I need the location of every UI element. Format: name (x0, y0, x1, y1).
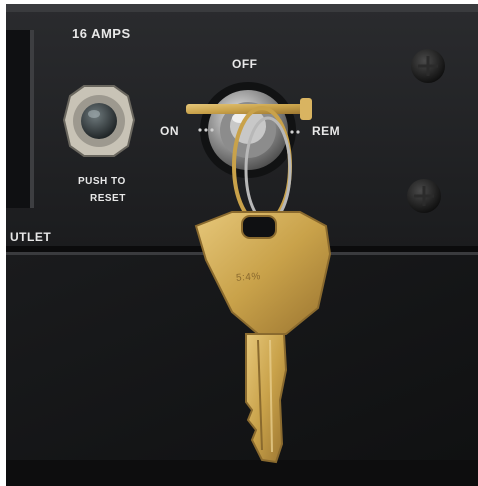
panel-top-edge (6, 4, 478, 12)
reset-label-line2: RESET (90, 193, 126, 204)
screw-icon (407, 179, 441, 213)
outlet-label: UTLET (10, 230, 52, 244)
reset-button[interactable] (62, 85, 136, 157)
switch-rem-label: REM (312, 124, 341, 138)
reset-label-line1: PUSH TO (78, 176, 126, 187)
key-stamp: 5:4% (235, 271, 262, 284)
amps-label: 16 AMPS (72, 26, 131, 41)
lower-panel-bottom (6, 460, 478, 486)
outlet-cutout (6, 30, 32, 208)
screw-icon (411, 49, 445, 83)
equipment-photo (6, 4, 478, 486)
switch-on-label: ON (160, 124, 179, 138)
switch-off-label: OFF (232, 57, 258, 71)
photo-frame: 16 AMPS OFF ON REM PUSH TO RESET UTLET 5… (0, 0, 478, 486)
outlet-edge (30, 30, 34, 208)
